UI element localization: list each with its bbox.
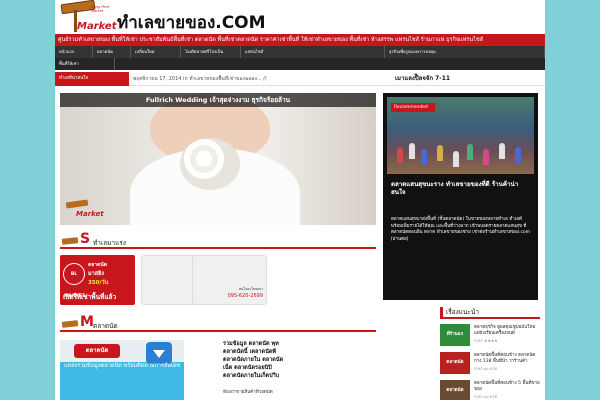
sidebar-section-name: เรื่องแนะนำ <box>446 308 480 316</box>
recommended-body: ตลาดแสนสุขบาส่งพื้นที่ (ชั้นตลาดนัด) ในข… <box>391 217 531 242</box>
list-item[interactable]: ตลาดนัดภายใน ตลาดนัด <box>223 356 373 364</box>
ad-line2: มาสยิง <box>88 271 104 277</box>
signpost-icon <box>65 199 89 209</box>
sidebar-item-title[interactable]: ตลาดธุรกิจ ดูผลคุณชูปฉบับใหม่ แต่ยังเรีย… <box>474 325 540 337</box>
ad-contact-text: สนใจลงโฆษณา <box>238 287 263 291</box>
site-logo[interactable]: Hong Peck Market Market <box>60 0 117 32</box>
nav-item-business[interactable]: ธุรกิจเพื่อรูปแบบการลงทุน <box>385 46 545 58</box>
recommended-box: Recommended ตลาดแสนสุขนะราง ทำเลขายของที… <box>383 93 538 300</box>
section-header-s: S ทำเลมาแรง <box>60 231 376 249</box>
secondary-nav: พื้นที่ให้เช่า <box>55 58 545 70</box>
market-post-sub: ท้องถ่าขายสินค้าที่วอดมัด <box>223 390 273 395</box>
sidebar-item-rating: ราคา ★★★★ <box>474 338 498 343</box>
section-name[interactable]: ตลาดนัด <box>93 321 118 331</box>
list-item[interactable]: รวมข้อมูล ตลาดนัด พุท <box>223 340 373 348</box>
ticker-right-link[interactable]: เมาแลงปืิลจจัก 7-11 <box>395 72 450 86</box>
download-arrow-icon <box>146 342 172 364</box>
watermark-text: Market <box>76 210 104 218</box>
banner-pill: ตลาดนัด <box>74 344 120 358</box>
ad-line4: เปิดให้เช่าพื้นที่แล้ว <box>63 293 117 301</box>
sidebar-thumb[interactable]: ที่ร้านแก <box>440 324 470 346</box>
sidebar-item[interactable]: ที่ร้านแก ตลาดธุรกิจ ดูผลคุณชูปฉบับใหม่ … <box>440 324 540 348</box>
logo-text: Market <box>77 21 117 32</box>
ad-contact-phone: 095-620-2699 <box>227 293 263 299</box>
ticker-text[interactable]: พฤศจิกายน 17, 2014 in ทำเลขายของพื้นที่เ… <box>133 72 267 86</box>
page-wrapper: Hong Peck Market Market ทำเลขายของ.COM ศ… <box>55 0 545 400</box>
signpost-icon <box>61 320 79 328</box>
ad-badge: BL MARKET <box>63 263 85 299</box>
nav-item-rental[interactable]: พื้นที่ให้เช่า <box>55 58 115 70</box>
sidebar-item-rating: ราคา ๐๐ บาท <box>474 394 497 399</box>
sidebar-section-header: เรื่องแนะนำ <box>440 306 540 319</box>
ad-line1: ตลาดนัด <box>88 262 108 268</box>
recommended-headline[interactable]: ตลาดแสนสุขนะราง ทำเลขายของที่ดี ร้านค้าน… <box>391 181 531 197</box>
nav-item-home[interactable]: หน้าแรก <box>55 46 93 58</box>
section-letter: M <box>80 314 94 330</box>
site-header: Hong Peck Market Market ทำเลขายของ.COM <box>55 0 545 34</box>
sidebar-item-title[interactable]: ตลาดนัดพื้นที่ค่อนข้าง ตลาดนัดกาง 138 พื… <box>474 353 540 365</box>
signpost-icon <box>61 237 79 245</box>
ad-contact[interactable]: สนใจลงโฆษณา 095-620-2699 <box>192 255 267 305</box>
market-banner[interactable]: ตลาดนัด แหล่งรวมข้อมูลตลาดนัด พร้อมติดตา… <box>60 340 184 400</box>
sidebar-item[interactable]: ตลาดนัด ตลาดนัดพื้นที่ค่อนข้าง ตลาดนัดกา… <box>440 352 540 376</box>
section-letter: S <box>80 231 91 247</box>
main-nav: หน้าแรก ตลาดนัด เปลี่ยนใหม่ ไอเดียขายฟรี… <box>55 46 545 58</box>
site-tagline: ศูนย์รวมทำเลขายของ พื้นที่ให้เช่า ประชาส… <box>55 34 545 46</box>
nav-item-ideas[interactable]: ไอเดียขายฟรีโปรเป็น <box>181 46 241 58</box>
site-title[interactable]: ทำเลขายของ.COM <box>117 9 266 36</box>
banner-desc: แหล่งรวมข้อมูลตลาดนัด พร้อมติดตามการอัพเ… <box>64 363 180 369</box>
sidebar-item-title[interactable]: ตลาดนัดพื้นที่ค่อนข้าง 5 พื้นที่ขายของ <box>474 381 540 393</box>
market-post-title[interactable]: รวมข้อมูล ตลาดนัด พุท ตลาดนัดนี้ เตลาดนั… <box>223 340 373 380</box>
recommended-label: Recommended <box>391 103 435 112</box>
logo-tagline: Hong Peck Market <box>91 5 110 13</box>
sidebar-item-rating: ราคา ๐๐ บาท <box>474 366 497 371</box>
nav-item-new[interactable]: เปลี่ยนใหม่ <box>131 46 181 58</box>
nav-item-franchise[interactable]: แฟรนไชส์ <box>241 46 385 58</box>
section-marker <box>440 307 443 317</box>
sidebar-thumb[interactable]: ตลาดนัด <box>440 352 470 374</box>
ad-price: 350/วัน <box>88 280 109 286</box>
list-item[interactable]: ตลาดนัดภายในเก็ตปาีบ <box>223 372 373 380</box>
ad-bl-market[interactable]: BL MARKET ตลาดนัด มาสยิง 350/วัน เปิดให้… <box>60 255 135 305</box>
featured-watermark-logo: Market <box>65 199 110 221</box>
featured-image-bouquet <box>180 138 240 190</box>
list-item[interactable]: ตลาดนัดนี้ เตลาดนัดพี <box>223 348 373 356</box>
sidebar-thumb[interactable]: ตลาดนัด <box>440 380 470 400</box>
sidebar-item[interactable]: ตลาดนัด ตลาดนัดพื้นที่ค่อนข้าง 5 พื้นที่… <box>440 380 540 400</box>
ticker-label: ทำเลที่น่าสนใจ <box>55 72 129 86</box>
list-item[interactable]: เน็ต ตลาดนัดรอยนิปิ <box>223 364 373 372</box>
section-name[interactable]: ทำเลมาแรง <box>93 238 126 248</box>
section-header-m: M ตลาดนัด <box>60 314 376 332</box>
featured-slider[interactable]: Fullrich Wedding เจ้าสุดจ่างงาม ธุรกิจร้… <box>60 93 376 225</box>
news-ticker: ทำเลที่น่าสนใจ พฤศจิกายน 17, 2014 in ทำเ… <box>55 72 545 86</box>
nav-item-market[interactable]: ตลาดนัด <box>93 46 131 58</box>
featured-caption[interactable]: Fullrich Wedding เจ้าสุดจ่างงาม ธุรกิจร้… <box>60 93 376 107</box>
